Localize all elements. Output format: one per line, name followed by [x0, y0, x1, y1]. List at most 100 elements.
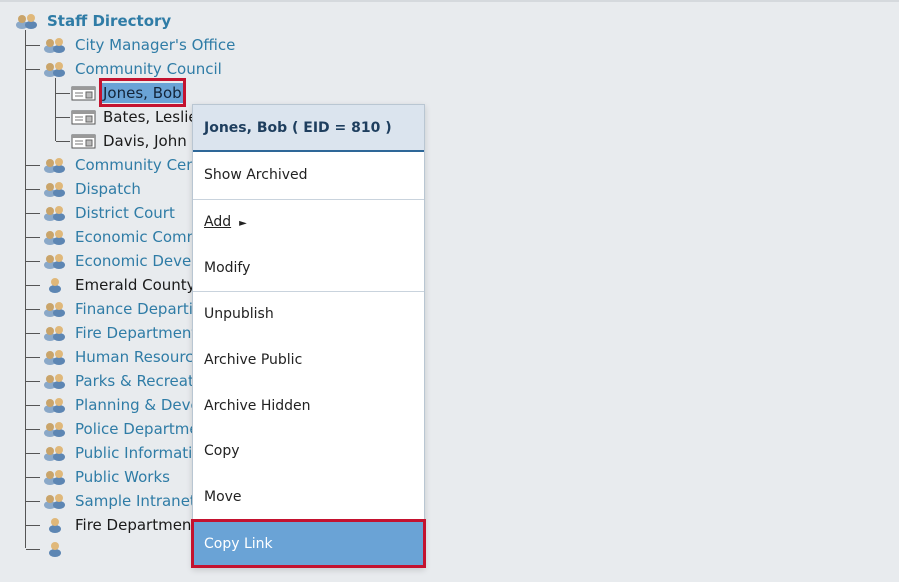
- menu-item-show-archived[interactable]: Show Archived: [193, 152, 424, 198]
- department-node[interactable]: Community Cen: [42, 153, 202, 177]
- tree-connector: [26, 69, 40, 70]
- menu-item-add-label: Add: [204, 214, 232, 230]
- multi-user-icon: [42, 204, 68, 222]
- department-node[interactable]: Emerald County: [42, 273, 202, 297]
- menu-item-add[interactable]: Add ►: [193, 199, 424, 245]
- submenu-arrow-icon: ►: [239, 218, 247, 229]
- tree-connector: [26, 525, 40, 526]
- tree-trunk-line: [25, 30, 26, 548]
- user-icon: [42, 516, 68, 534]
- multi-user-icon: [42, 444, 68, 462]
- tree-connector: [26, 429, 40, 430]
- department-label[interactable]: Economic Devel: [75, 249, 195, 273]
- tree-connector: [26, 165, 40, 166]
- department-label[interactable]: Police Departme: [75, 417, 199, 441]
- multi-user-icon: [42, 36, 68, 54]
- user-icon: [42, 276, 68, 294]
- menu-item-modify[interactable]: Modify: [193, 245, 424, 291]
- department-node[interactable]: Sample Intranet: [42, 489, 202, 513]
- department-node[interactable]: Finance Departi: [42, 297, 202, 321]
- department-node[interactable]: Parks & Recreat: [42, 369, 202, 393]
- tree-connector: [26, 189, 40, 190]
- tree-connector: [26, 333, 40, 334]
- department-node[interactable]: Economic Devel: [42, 249, 202, 273]
- multi-user-icon: [42, 300, 68, 318]
- staff-directory-tree: Staff Directory City Manager's Office Com…: [0, 0, 899, 582]
- multi-user-icon: [42, 180, 68, 198]
- department-node[interactable]: District Court: [42, 201, 202, 225]
- tree-connector: [26, 261, 40, 262]
- multi-user-icon: [14, 12, 40, 30]
- multi-user-icon: [42, 156, 68, 174]
- tree-root[interactable]: Staff Directory: [14, 9, 174, 33]
- multi-user-icon: [42, 372, 68, 390]
- department-label[interactable]: City Manager's Office: [75, 33, 235, 57]
- department-node[interactable]: Public Informati: [42, 441, 202, 465]
- user-icon: [42, 540, 68, 558]
- department-label[interactable]: Public Informati: [75, 441, 192, 465]
- tree-connector: [26, 285, 40, 286]
- tree-connector: [26, 501, 40, 502]
- department-node[interactable]: Public Works: [42, 465, 202, 489]
- context-menu-header: Jones, Bob ( EID = 810 ): [193, 105, 424, 152]
- department-node[interactable]: Fire Department: [42, 321, 202, 345]
- menu-item-unpublish[interactable]: Unpublish: [193, 291, 424, 337]
- tree-connector: [26, 309, 40, 310]
- tree-connector: [56, 93, 70, 94]
- department-node[interactable]: [42, 537, 202, 561]
- department-node[interactable]: City Manager's Office: [42, 33, 235, 57]
- multi-user-icon: [42, 468, 68, 486]
- tree-connector: [26, 357, 40, 358]
- department-node[interactable]: Planning & Deve: [42, 393, 202, 417]
- menu-item-copy[interactable]: Copy: [193, 428, 424, 474]
- person-node[interactable]: Davis, John: [71, 129, 201, 153]
- person-node[interactable]: Bates, Leslie: [71, 105, 201, 129]
- menu-item-move[interactable]: Move: [193, 474, 424, 520]
- department-label[interactable]: Public Works: [75, 465, 170, 489]
- multi-user-icon: [42, 228, 68, 246]
- tree-connector: [26, 45, 40, 46]
- department-node[interactable]: Police Departme: [42, 417, 202, 441]
- department-label[interactable]: Community Cen: [75, 153, 196, 177]
- department-node[interactable]: Dispatch: [42, 177, 202, 201]
- tree-connector: [26, 237, 40, 238]
- tree-connector: [26, 549, 40, 550]
- tree-connector: [26, 381, 40, 382]
- menu-item-archive-public[interactable]: Archive Public: [193, 337, 424, 383]
- multi-user-icon: [42, 348, 68, 366]
- department-label[interactable]: Fire Department: [75, 321, 197, 345]
- selected-item-highlight: [99, 78, 186, 107]
- multi-user-icon: [42, 396, 68, 414]
- tree-connector: [56, 141, 70, 142]
- department-node[interactable]: Fire Departmen: [42, 513, 202, 537]
- council-branch-line: [55, 78, 56, 141]
- multi-user-icon: [42, 60, 68, 78]
- department-label[interactable]: Fire Departmen: [75, 513, 191, 537]
- tree-connector: [56, 117, 70, 118]
- department-label[interactable]: District Court: [75, 201, 175, 225]
- department-label[interactable]: Dispatch: [75, 177, 141, 201]
- department-label[interactable]: Parks & Recreat: [75, 369, 194, 393]
- tree-connector: [26, 453, 40, 454]
- person-label[interactable]: Davis, John: [103, 129, 187, 153]
- menu-item-archive-hidden[interactable]: Archive Hidden: [193, 383, 424, 429]
- contact-card-icon: [71, 108, 97, 126]
- tree-root-label[interactable]: Staff Directory: [47, 9, 171, 33]
- multi-user-icon: [42, 420, 68, 438]
- department-label[interactable]: Economic Comm: [75, 225, 201, 249]
- contact-card-icon: [71, 84, 97, 102]
- department-label[interactable]: Sample Intranet: [75, 489, 196, 513]
- department-node[interactable]: Economic Comm: [42, 225, 202, 249]
- multi-user-icon: [42, 492, 68, 510]
- person-label[interactable]: Bates, Leslie: [103, 105, 198, 129]
- department-label[interactable]: Emerald County: [75, 273, 196, 297]
- contact-card-icon: [71, 132, 97, 150]
- context-menu: Jones, Bob ( EID = 810 ) Show Archived A…: [192, 104, 425, 568]
- department-label[interactable]: Human Resourc: [75, 345, 193, 369]
- tree-connector: [26, 213, 40, 214]
- multi-user-icon: [42, 324, 68, 342]
- department-label[interactable]: Finance Departi: [75, 297, 193, 321]
- copy-link-highlight: [191, 519, 426, 568]
- department-node[interactable]: Human Resourc: [42, 345, 202, 369]
- department-label[interactable]: Planning & Deve: [75, 393, 200, 417]
